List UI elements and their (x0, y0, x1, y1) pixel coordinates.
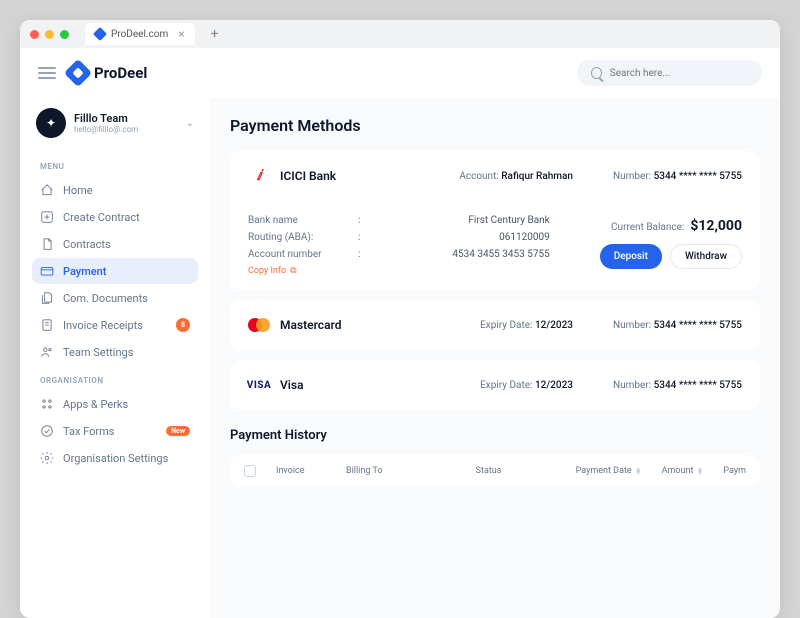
nav-org-settings[interactable]: Organisation Settings (32, 445, 198, 471)
plus-square-icon (40, 210, 54, 224)
window-maximize-icon[interactable] (60, 30, 69, 39)
card-name: Visa (280, 378, 370, 392)
account-holder: Account: Rafiqur Rahman (459, 171, 573, 182)
nav-home[interactable]: Home (32, 177, 198, 203)
nav-tax-forms[interactable]: Tax FormsNew (32, 418, 198, 444)
app-header: ProDeel (20, 48, 780, 98)
files-icon (40, 291, 54, 305)
withdraw-button[interactable]: Withdraw (670, 244, 742, 269)
search-input[interactable] (610, 68, 748, 79)
team-email: hello@filllo@.com (74, 125, 178, 134)
bank-name: ICICI Bank (280, 169, 370, 183)
window-minimize-icon[interactable] (45, 30, 54, 39)
visa-logo-icon: VISA (248, 374, 270, 396)
invoice-count-badge: 8 (176, 318, 190, 332)
icici-logo-icon: ⅈ (248, 165, 270, 187)
th-billing[interactable]: Billing To (346, 466, 416, 476)
th-amount[interactable]: Amount▲▼ (662, 466, 704, 476)
search-box[interactable] (577, 60, 762, 86)
card-number: Number: 5344 **** **** 5755 (613, 380, 742, 391)
chevron-down-icon: ⌄ (186, 118, 194, 129)
gear-icon (40, 451, 54, 465)
nav-team-settings[interactable]: Team Settings (32, 339, 198, 365)
sidebar: ✦ Filllo Team hello@filllo@.com ⌄ MENU H… (20, 98, 210, 618)
titlebar: ProDeel.com × + (20, 20, 780, 48)
tab-close-icon[interactable]: × (178, 27, 184, 41)
mastercard-logo-icon (248, 314, 270, 336)
nav-apps-perks[interactable]: Apps & Perks (32, 391, 198, 417)
select-all-checkbox[interactable] (244, 465, 256, 477)
home-icon (40, 183, 54, 197)
window-close-icon[interactable] (30, 30, 39, 39)
tab-favicon-icon (93, 27, 107, 41)
th-invoice[interactable]: Invoice (276, 466, 326, 476)
copy-icon: ⧉ (290, 266, 296, 276)
team-name: Filllo Team (74, 112, 178, 125)
page-title: Payment Methods (230, 116, 760, 135)
nav-invoice-receipts[interactable]: Invoice Receipts8 (32, 312, 198, 338)
receipt-icon (40, 318, 54, 332)
app-window: ProDeel.com × + ProDeel ✦ Filllo Team he… (20, 20, 780, 618)
th-status[interactable]: Status (476, 466, 556, 476)
search-icon (591, 67, 602, 79)
menu-section-label: MENU (32, 152, 198, 177)
app-name: ProDeel (94, 64, 147, 82)
users-icon (40, 345, 54, 359)
team-info: Filllo Team hello@filllo@.com (74, 112, 178, 134)
th-payment-date[interactable]: Payment Date▲▼ (576, 466, 642, 476)
team-switcher[interactable]: ✦ Filllo Team hello@filllo@.com ⌄ (32, 102, 198, 152)
tab-title: ProDeel.com (111, 29, 168, 40)
bank-details: Bank name:First Century Bank Routing (AB… (248, 201, 742, 276)
card-number: Number: 5344 **** **** 5755 (613, 171, 742, 182)
nav-payment[interactable]: Payment (32, 258, 198, 284)
nav-create-contract[interactable]: Create Contract (32, 204, 198, 230)
card-number: Number: 5344 **** **** 5755 (613, 320, 742, 331)
nav-contracts[interactable]: Contracts (32, 231, 198, 257)
nav-com-documents[interactable]: Com. Documents (32, 285, 198, 311)
payment-method-icici: ⅈ ICICI Bank Account: Rafiqur Rahman Num… (230, 151, 760, 290)
main-content: Payment Methods ⅈ ICICI Bank Account: Ra… (210, 98, 780, 618)
deposit-button[interactable]: Deposit (600, 244, 662, 269)
sort-icon: ▲▼ (696, 467, 703, 475)
document-icon (40, 237, 54, 251)
menu-toggle-icon[interactable] (38, 67, 56, 79)
history-title: Payment History (230, 428, 760, 443)
card-icon (40, 264, 54, 278)
new-badge: New (166, 426, 190, 436)
table-header: Invoice Billing To Status Payment Date▲▼… (230, 455, 760, 487)
balance-value: $12,000 (690, 218, 742, 234)
th-payment[interactable]: Paym (723, 466, 746, 476)
browser-tab[interactable]: ProDeel.com × (85, 23, 195, 45)
app-body: ✦ Filllo Team hello@filllo@.com ⌄ MENU H… (20, 98, 780, 618)
card-header: ⅈ ICICI Bank Account: Rafiqur Rahman Num… (248, 165, 742, 187)
payment-method-mastercard: Mastercard Expiry Date: 12/2023 Number: … (230, 300, 760, 350)
avatar: ✦ (36, 108, 66, 138)
grid-icon (40, 397, 54, 411)
expiry-date: Expiry Date: 12/2023 (480, 380, 573, 391)
new-tab-button[interactable]: + (211, 26, 219, 42)
card-name: Mastercard (280, 318, 370, 332)
logo-icon (64, 59, 92, 87)
expiry-date: Expiry Date: 12/2023 (480, 320, 573, 331)
sort-icon: ▲▼ (635, 467, 642, 475)
check-circle-icon (40, 424, 54, 438)
balance-label: Current Balance: (611, 222, 684, 233)
org-section-label: ORGANISATION (32, 366, 198, 391)
payment-method-visa: VISA Visa Expiry Date: 12/2023 Number: 5… (230, 360, 760, 410)
app-logo[interactable]: ProDeel (68, 63, 147, 83)
copy-info-button[interactable]: Copy Info ⧉ (248, 266, 570, 276)
